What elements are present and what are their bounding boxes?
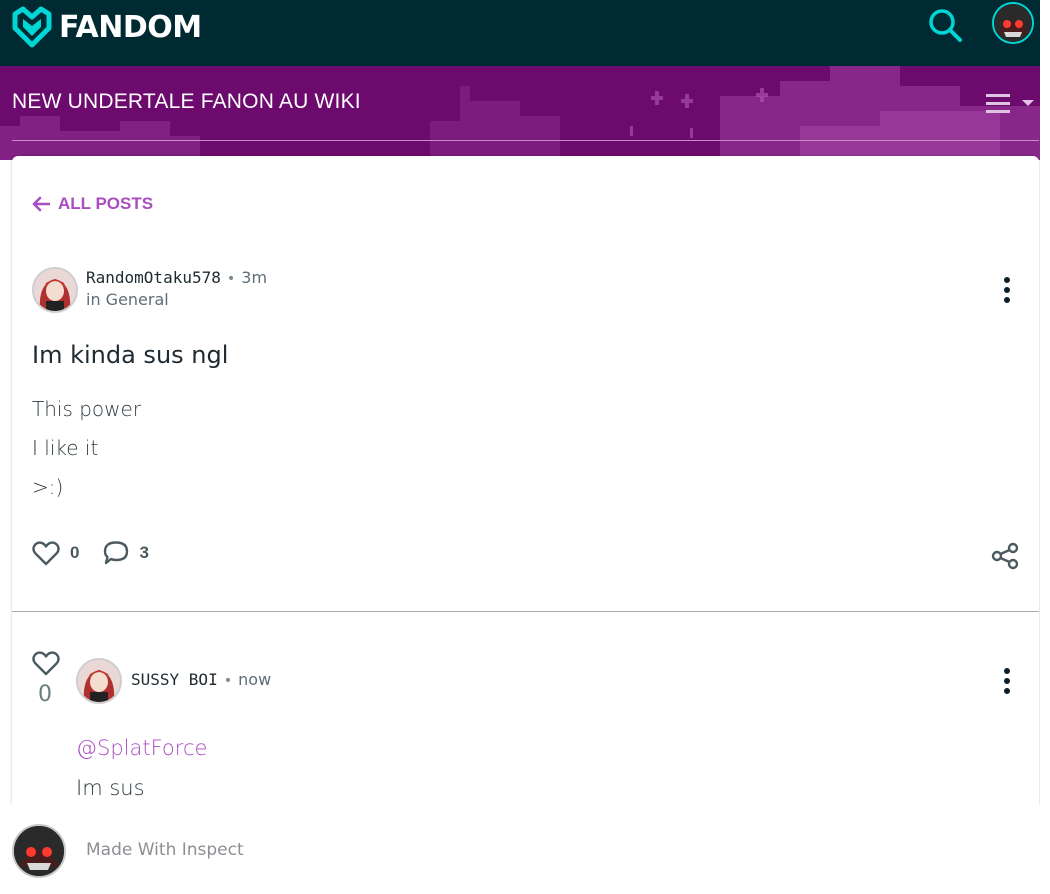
reply-time: now xyxy=(238,670,272,689)
fandom-heart-icon xyxy=(12,6,52,48)
post-body: This power I like it >:) xyxy=(32,397,141,514)
post-body-line: This power xyxy=(32,397,142,421)
post-time: 3m xyxy=(241,268,268,287)
comment-count: 3 xyxy=(139,543,149,562)
post-category[interactable]: in General xyxy=(86,290,169,309)
share-icon[interactable] xyxy=(990,542,1020,570)
fandom-logo[interactable]: FANDOM xyxy=(11,6,202,48)
reply-text: Im sus xyxy=(76,776,145,800)
comment-icon xyxy=(104,541,129,565)
reply-like-count: 0 xyxy=(38,682,52,707)
arrow-left-icon xyxy=(32,196,50,212)
reply-mention-link[interactable]: @SplatForce xyxy=(76,736,207,760)
community-title[interactable]: NEW UNDERTALE FANON AU WIKI xyxy=(12,90,361,114)
inspect-footer: Made With Inspect xyxy=(0,804,1050,894)
reply-more-options-icon[interactable] xyxy=(1000,668,1014,698)
post-title: Im kinda sus ngl xyxy=(32,341,229,369)
reply-author-avatar[interactable] xyxy=(76,658,122,704)
post-body-line: I like it xyxy=(32,436,99,460)
separator-dot: • xyxy=(223,673,233,689)
like-count: 0 xyxy=(70,543,80,562)
post-more-options-icon[interactable] xyxy=(1000,277,1014,307)
community-header-divider xyxy=(12,140,1039,141)
reply-author-name[interactable]: SUSSY BOI xyxy=(131,670,218,689)
reply-heart-icon[interactable] xyxy=(32,650,60,676)
all-posts-link[interactable]: ALL POSTS xyxy=(32,194,153,214)
post-actions: 0 3 xyxy=(32,540,173,566)
footer-avatar-icon xyxy=(12,824,66,878)
user-avatar-icon[interactable] xyxy=(992,2,1034,44)
reply-author-line: SUSSY BOI • now xyxy=(131,670,271,689)
made-with-inspect-label: Made With Inspect xyxy=(86,840,244,860)
search-icon[interactable] xyxy=(925,5,965,45)
comments-button[interactable]: 3 xyxy=(103,540,149,566)
post-reply-divider xyxy=(12,611,1039,612)
community-header: NEW UNDERTALE FANON AU WIKI xyxy=(0,66,1048,160)
post-author-line: RandomOtaku578 • 3m xyxy=(86,268,267,287)
post-card: ALL POSTS RandomOtaku578 • 3m in General I… xyxy=(12,156,1039,816)
separator-dot: • xyxy=(226,271,236,287)
post-author-name[interactable]: RandomOtaku578 xyxy=(86,268,221,287)
post-author-avatar[interactable] xyxy=(32,267,78,313)
global-navigation-bar: FANDOM xyxy=(0,0,1048,66)
fandom-wordmark: FANDOM xyxy=(59,9,202,45)
hamburger-menu-icon[interactable] xyxy=(984,92,1036,116)
post-body-line: >:) xyxy=(32,475,64,499)
heart-icon xyxy=(32,541,60,566)
all-posts-label: ALL POSTS xyxy=(58,194,154,213)
page-right-gutter xyxy=(1040,0,1050,894)
like-button[interactable]: 0 xyxy=(32,540,79,566)
